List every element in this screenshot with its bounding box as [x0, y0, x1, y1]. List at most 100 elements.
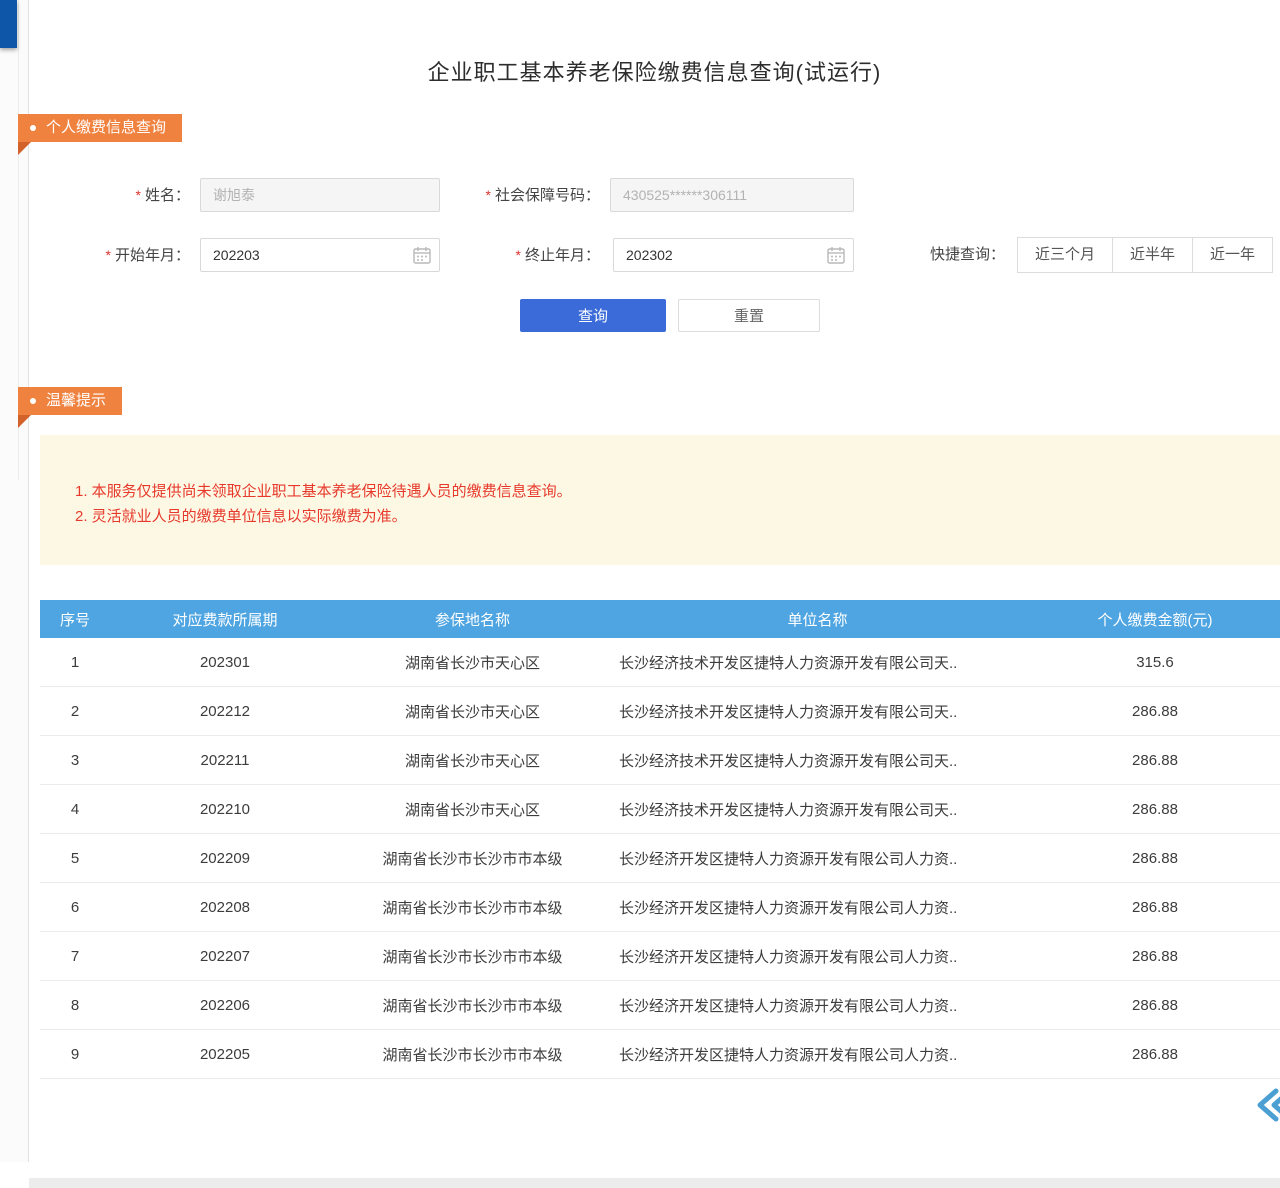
header-index: 序号	[40, 600, 110, 638]
cell-insured-area: 湖南省长沙市长沙市市本级	[340, 883, 605, 932]
notice-line-2: 2. 灵活就业人员的缴费单位信息以实际缴费为准。	[75, 504, 1260, 529]
cell-company: 长沙经济技术开发区捷特人力资源开发有限公司天..	[605, 736, 1030, 785]
notice-box: 1. 本服务仅提供尚未领取企业职工基本养老保险待遇人员的缴费信息查询。 2. 灵…	[40, 435, 1280, 565]
cell-period: 202211	[110, 736, 340, 785]
cell-company: 长沙经济开发区捷特人力资源开发有限公司人力资..	[605, 932, 1030, 981]
cell-amount: 286.88	[1030, 932, 1280, 981]
bullet-dot-icon	[30, 125, 36, 131]
payment-records-table: 序号 对应费款所属期 参保地名称 单位名称 个人缴费金额(元) 1 202301…	[40, 600, 1280, 1079]
query-button[interactable]: 查询	[520, 299, 666, 332]
cell-period: 202210	[110, 785, 340, 834]
sidebar-corner-block	[0, 0, 17, 48]
cell-insured-area: 湖南省长沙市长沙市市本级	[340, 1030, 605, 1079]
table-body: 1 202301 湖南省长沙市天心区 长沙经济技术开发区捷特人力资源开发有限公司…	[40, 638, 1280, 1079]
cell-insured-area: 湖南省长沙市天心区	[340, 638, 605, 687]
quick-query-last-3-months-button[interactable]: 近三个月	[1017, 237, 1113, 273]
cell-amount: 286.88	[1030, 687, 1280, 736]
cell-period: 202301	[110, 638, 340, 687]
notice-line-1: 1. 本服务仅提供尚未领取企业职工基本养老保险待遇人员的缴费信息查询。	[75, 479, 1260, 504]
cell-index: 9	[40, 1030, 110, 1079]
cell-company: 长沙经济开发区捷特人力资源开发有限公司人力资..	[605, 1030, 1030, 1079]
header-company: 单位名称	[605, 600, 1030, 638]
cell-company: 长沙经济技术开发区捷特人力资源开发有限公司天..	[605, 638, 1030, 687]
calendar-icon[interactable]	[826, 245, 846, 265]
table-row: 8 202206 湖南省长沙市长沙市市本级 长沙经济开发区捷特人力资源开发有限公…	[40, 981, 1280, 1030]
cell-insured-area: 湖南省长沙市长沙市市本级	[340, 932, 605, 981]
cell-amount: 286.88	[1030, 981, 1280, 1030]
header-insured-area: 参保地名称	[340, 600, 605, 638]
bottom-strip	[29, 1178, 1280, 1188]
cell-company: 长沙经济开发区捷特人力资源开发有限公司人力资..	[605, 981, 1030, 1030]
cell-amount: 315.6	[1030, 638, 1280, 687]
cell-index: 4	[40, 785, 110, 834]
start-month-input[interactable]	[200, 238, 440, 272]
cell-index: 2	[40, 687, 110, 736]
cell-amount: 286.88	[1030, 834, 1280, 883]
ssn-label: *社会保障号码：	[440, 178, 600, 212]
cell-company: 长沙经济技术开发区捷特人力资源开发有限公司天..	[605, 687, 1030, 736]
required-marker: *	[486, 187, 491, 203]
table-row: 1 202301 湖南省长沙市天心区 长沙经济技术开发区捷特人力资源开发有限公司…	[40, 638, 1280, 687]
cell-index: 1	[40, 638, 110, 687]
section-badge-tips: 温馨提示	[18, 387, 122, 415]
calendar-icon[interactable]	[412, 245, 432, 265]
double-chevron-left-icon[interactable]	[1252, 1083, 1280, 1127]
quick-query-group: 近三个月 近半年 近一年	[1018, 237, 1273, 273]
cell-period: 202208	[110, 883, 340, 932]
quick-query-label: 快捷查询：	[930, 237, 1005, 273]
cell-amount: 286.88	[1030, 736, 1280, 785]
table-header-row: 序号 对应费款所属期 参保地名称 单位名称 个人缴费金额(元)	[40, 600, 1280, 638]
cell-company: 长沙经济技术开发区捷特人力资源开发有限公司天..	[605, 785, 1030, 834]
cell-insured-area: 湖南省长沙市天心区	[340, 736, 605, 785]
cell-insured-area: 湖南省长沙市长沙市市本级	[340, 834, 605, 883]
name-label: *姓名：	[60, 178, 190, 212]
table-row: 7 202207 湖南省长沙市长沙市市本级 长沙经济开发区捷特人力资源开发有限公…	[40, 932, 1280, 981]
left-rail	[0, 0, 29, 1162]
table-row: 4 202210 湖南省长沙市天心区 长沙经济技术开发区捷特人力资源开发有限公司…	[40, 785, 1280, 834]
name-field	[200, 178, 440, 212]
table-row: 2 202212 湖南省长沙市天心区 长沙经济技术开发区捷特人力资源开发有限公司…	[40, 687, 1280, 736]
pension-query-page: 企业职工基本养老保险缴费信息查询(试运行) 个人缴费信息查询 *姓名： *社会保…	[0, 0, 1280, 1188]
quick-query-last-year-button[interactable]: 近一年	[1192, 237, 1273, 273]
section-badge-label: 个人缴费信息查询	[46, 114, 166, 142]
cell-period: 202206	[110, 981, 340, 1030]
cell-index: 7	[40, 932, 110, 981]
cell-amount: 286.88	[1030, 1030, 1280, 1079]
page-title: 企业职工基本养老保险缴费信息查询(试运行)	[29, 55, 1280, 87]
end-month-input[interactable]	[613, 238, 854, 272]
cell-insured-area: 湖南省长沙市天心区	[340, 687, 605, 736]
required-marker: *	[516, 247, 521, 263]
table-row: 3 202211 湖南省长沙市天心区 长沙经济技术开发区捷特人力资源开发有限公司…	[40, 736, 1280, 785]
quick-query-last-half-year-button[interactable]: 近半年	[1112, 237, 1193, 273]
cell-company: 长沙经济开发区捷特人力资源开发有限公司人力资..	[605, 834, 1030, 883]
header-period: 对应费款所属期	[110, 600, 340, 638]
table-row: 5 202209 湖南省长沙市长沙市市本级 长沙经济开发区捷特人力资源开发有限公…	[40, 834, 1280, 883]
required-marker: *	[136, 187, 141, 203]
cell-period: 202209	[110, 834, 340, 883]
table-row: 6 202208 湖南省长沙市长沙市市本级 长沙经济开发区捷特人力资源开发有限公…	[40, 883, 1280, 932]
ribbon-fold	[18, 142, 31, 155]
ribbon-fold	[18, 415, 31, 428]
start-month-label: *开始年月：	[60, 238, 190, 272]
required-marker: *	[106, 247, 111, 263]
cell-insured-area: 湖南省长沙市天心区	[340, 785, 605, 834]
cell-amount: 286.88	[1030, 883, 1280, 932]
cell-amount: 286.88	[1030, 785, 1280, 834]
cell-period: 202212	[110, 687, 340, 736]
cell-index: 8	[40, 981, 110, 1030]
cell-insured-area: 湖南省长沙市长沙市市本级	[340, 981, 605, 1030]
section-badge-label: 温馨提示	[46, 387, 106, 415]
cell-company: 长沙经济开发区捷特人力资源开发有限公司人力资..	[605, 883, 1030, 932]
cell-index: 5	[40, 834, 110, 883]
end-month-label: *终止年月：	[440, 238, 600, 272]
cell-index: 3	[40, 736, 110, 785]
cell-period: 202207	[110, 932, 340, 981]
table-row: 9 202205 湖南省长沙市长沙市市本级 长沙经济开发区捷特人力资源开发有限公…	[40, 1030, 1280, 1079]
social-security-number-field	[610, 178, 854, 212]
header-amount: 个人缴费金额(元)	[1030, 600, 1280, 638]
section-badge-personal-payment-query: 个人缴费信息查询	[18, 114, 182, 142]
cell-period: 202205	[110, 1030, 340, 1079]
cell-index: 6	[40, 883, 110, 932]
reset-button[interactable]: 重置	[678, 299, 820, 332]
bullet-dot-icon	[30, 398, 36, 404]
